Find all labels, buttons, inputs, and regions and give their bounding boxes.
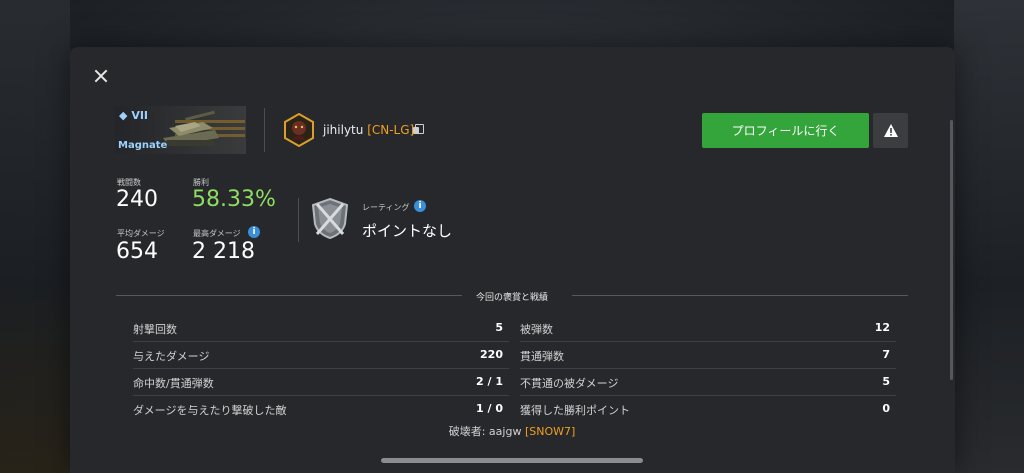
row-value: 12 <box>874 321 890 334</box>
row-value: 1 / 0 <box>476 402 503 415</box>
table-row: 与えたダメージ 220 <box>133 342 509 369</box>
row-label: 命中数/貫通弾数 <box>133 377 214 390</box>
row-label: 貫通弾数 <box>520 350 564 363</box>
destroyed-by-label: 破壊者: <box>448 425 486 438</box>
rating-label-text: レーティング <box>362 203 410 212</box>
table-row: ダメージを与えたり撃破した敵 1 / 0 <box>133 396 509 422</box>
row-value: 220 <box>480 348 503 361</box>
table-row: 不貫通の被ダメージ 5 <box>520 369 896 396</box>
tank-tier-label: VII <box>131 109 149 122</box>
avg-damage-label: 平均ダメージ <box>117 229 165 238</box>
report-button[interactable] <box>873 113 908 148</box>
info-icon[interactable]: i <box>414 200 426 212</box>
copy-icon[interactable] <box>413 124 424 135</box>
vertical-scrollbar[interactable] <box>950 120 953 380</box>
tank-tier: ◆ VII <box>119 109 148 122</box>
row-value: 7 <box>882 348 890 361</box>
max-damage-value: 2 218 <box>192 239 255 264</box>
row-label: 獲得した勝利ポイント <box>520 404 630 417</box>
rating-shield-icon <box>311 197 349 240</box>
row-label: 射撃回数 <box>133 323 177 336</box>
row-label: 不貫通の被ダメージ <box>520 377 619 390</box>
battles-value: 240 <box>116 187 158 212</box>
winrate-value: 58.33% <box>192 187 276 212</box>
table-row: 射撃回数 5 <box>133 315 509 342</box>
player-name: jihilytu [CN-LG] <box>323 123 414 137</box>
avg-damage-value: 654 <box>116 239 158 264</box>
rating-value: ポイントなし <box>362 222 453 240</box>
row-value: 0 <box>882 402 890 415</box>
max-damage-label: 最高ダメージ <box>193 229 241 238</box>
destroyed-by: 破壊者: aajgw [SNOW7] <box>0 423 1024 439</box>
row-value: 5 <box>495 321 503 334</box>
table-row: 被弾数 12 <box>520 315 896 342</box>
row-label: ダメージを与えたり撃破した敵 <box>133 404 287 417</box>
row-value: 2 / 1 <box>476 375 503 388</box>
warning-icon <box>883 124 898 137</box>
horizontal-scroll-handle[interactable] <box>381 458 643 463</box>
background-right <box>954 0 1024 473</box>
table-row: 命中数/貫通弾数 2 / 1 <box>133 369 509 396</box>
tier-diamond-icon: ◆ <box>119 109 128 122</box>
section-title: 今回の褒賞と戦績 <box>475 293 548 303</box>
row-label: 被弾数 <box>520 323 553 336</box>
info-icon[interactable]: i <box>248 226 260 238</box>
go-to-profile-button[interactable]: プロフィールに行く <box>702 113 869 148</box>
table-row: 獲得した勝利ポイント 0 <box>520 396 896 422</box>
tank-name: Magnate <box>118 140 168 151</box>
row-label: 与えたダメージ <box>133 350 210 363</box>
player-name-text: jihilytu <box>323 123 364 137</box>
player-clan-tag[interactable]: [CN-LG] <box>367 123 414 137</box>
destroyer-clan-tag[interactable]: [SNOW7] <box>525 425 575 438</box>
rating-label: レーティング <box>362 202 410 213</box>
destroyer-name[interactable]: aajgw <box>489 425 522 438</box>
divider-vertical <box>264 108 265 152</box>
close-icon[interactable] <box>91 66 111 86</box>
tank-card: ◆ VII Magnate <box>115 106 246 154</box>
divider-vertical <box>298 198 299 242</box>
row-value: 5 <box>882 375 890 388</box>
background-left <box>0 0 70 473</box>
clan-emblem-icon <box>284 113 314 147</box>
table-row: 貫通弾数 7 <box>520 342 896 369</box>
